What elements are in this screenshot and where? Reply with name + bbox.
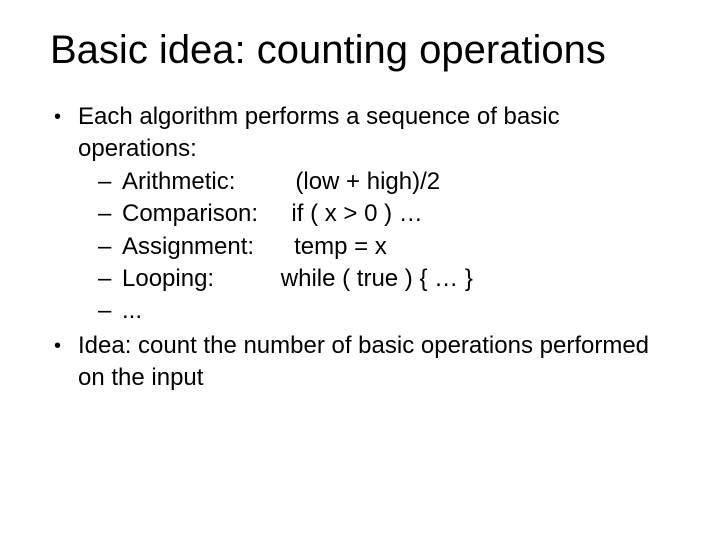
sub-bullet-looping: Looping: while ( true ) { … } bbox=[98, 263, 670, 295]
sub-bullet-more: ... bbox=[98, 295, 670, 327]
slide-body: Each algorithm performs a sequence of ba… bbox=[0, 73, 720, 395]
sub-bullet-arithmetic: Arithmetic: (low + high)/2 bbox=[98, 166, 670, 198]
bullet-list: Each algorithm performs a sequence of ba… bbox=[50, 101, 670, 395]
sub-bullet-comparison: Comparison: if ( x > 0 ) … bbox=[98, 198, 670, 230]
sub-bullet-assignment: Assignment: temp = x bbox=[98, 231, 670, 263]
bullet-item: Each algorithm performs a sequence of ba… bbox=[50, 101, 670, 328]
bullet-item: Idea: count the number of basic operatio… bbox=[50, 330, 670, 395]
slide-title: Basic idea: counting operations bbox=[0, 0, 720, 73]
bullet-text: Idea: count the number of basic operatio… bbox=[78, 332, 649, 391]
bullet-text: Each algorithm performs a sequence of ba… bbox=[78, 103, 560, 162]
slide: Basic idea: counting operations Each alg… bbox=[0, 0, 720, 540]
sub-bullet-list: Arithmetic: (low + high)/2 Comparison: i… bbox=[78, 166, 670, 328]
